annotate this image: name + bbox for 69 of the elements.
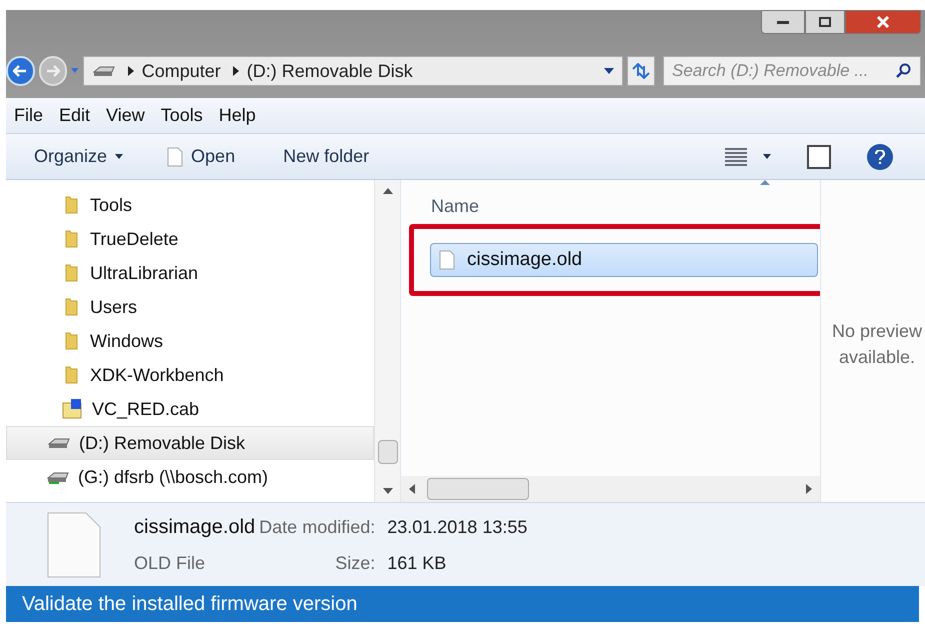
size-label: Size: [334, 552, 376, 575]
file-row[interactable]: cissimage.old [430, 243, 818, 277]
dropdown-caret-icon [604, 68, 614, 74]
details-view-icon [725, 146, 747, 166]
caret-icon [763, 154, 771, 159]
search-field[interactable]: Search (D:) Removable ... [663, 56, 921, 86]
navigation-item[interactable]: (D:) Removable Disk [6, 426, 374, 460]
menu-item[interactable]: Help [218, 102, 256, 129]
column-header[interactable]: Name [409, 190, 820, 220]
file-type: OLD File [134, 552, 206, 575]
organize-button[interactable]: Organize [30, 143, 128, 170]
menu-item[interactable]: File [14, 102, 44, 129]
minimize-button[interactable] [761, 10, 805, 34]
view-options-button[interactable] [725, 146, 771, 166]
breadcrumb-link[interactable]: (D:) Removable Disk [246, 58, 413, 84]
menu-item[interactable]: Tools [160, 102, 203, 129]
network-drive-icon [46, 470, 70, 484]
close-button[interactable] [845, 10, 921, 34]
navigation-item[interactable]: XDK-Workbench [6, 358, 374, 392]
dropdown-caret-icon [71, 68, 79, 74]
scroll-up-icon [382, 188, 393, 194]
vertical-scrollbar[interactable] [374, 180, 400, 502]
horizontal-scrollbar[interactable] [401, 476, 820, 502]
close-icon [876, 15, 890, 29]
navigation-item[interactable]: UltraLibrarian [6, 256, 374, 290]
size-value: 161 KB [387, 552, 448, 575]
file-name: cissimage.old [134, 515, 256, 540]
scrollbar-thumb[interactable] [427, 478, 529, 500]
refresh-button[interactable] [626, 56, 655, 86]
scroll-down-icon [382, 488, 393, 494]
help-button[interactable] [867, 144, 893, 170]
date-label: Date modified: [259, 516, 376, 539]
navigation-item[interactable]: (G:) dfsrb (\\bosch.com) [6, 460, 374, 494]
breadcrumb-arrow-icon [232, 66, 239, 76]
caret-icon [115, 154, 124, 159]
menu-item[interactable]: Edit [59, 102, 90, 129]
navigation-item[interactable]: VC_RED.cab [6, 392, 374, 426]
preview-message: No preview available. [830, 320, 924, 369]
document-icon [167, 146, 184, 166]
search-icon [896, 63, 912, 79]
open-button[interactable]: Open [167, 143, 236, 170]
preview-pane-button[interactable] [807, 144, 831, 168]
back-button[interactable] [6, 56, 35, 86]
document-icon [46, 510, 102, 578]
navigation-item[interactable]: Tools [6, 188, 374, 222]
refresh-arrows-icon [630, 63, 651, 79]
sort-arrow-icon [760, 180, 770, 185]
scrollbar-thumb[interactable] [378, 440, 398, 464]
forward-arrow-icon [46, 65, 60, 77]
forward-button[interactable] [38, 56, 68, 86]
breadcrumb-arrow-icon [128, 66, 134, 76]
breadcrumb-link[interactable]: Computer [142, 58, 221, 84]
menu-item[interactable]: View [106, 102, 145, 129]
help-icon [875, 150, 885, 164]
navigation-item[interactable]: Windows [6, 324, 374, 358]
document-icon [439, 250, 455, 270]
address-bar[interactable]: Computer (D:) Removable Disk [82, 56, 623, 86]
scroll-right-icon [806, 484, 812, 494]
caption-text: Validate the installed firmware version [22, 592, 358, 617]
scroll-left-icon [409, 484, 415, 494]
maximize-button[interactable] [805, 10, 845, 34]
navigation-item[interactable]: TrueDelete [6, 222, 374, 256]
back-arrow-icon [13, 65, 28, 77]
date-value: 23.01.2018 13:55 [387, 516, 528, 539]
navigation-item[interactable]: Users [6, 290, 374, 324]
cabinet-file-icon [62, 398, 84, 420]
drive-icon [47, 436, 71, 450]
new-folder-button[interactable]: New folder [283, 143, 370, 170]
drive-icon [92, 64, 116, 78]
